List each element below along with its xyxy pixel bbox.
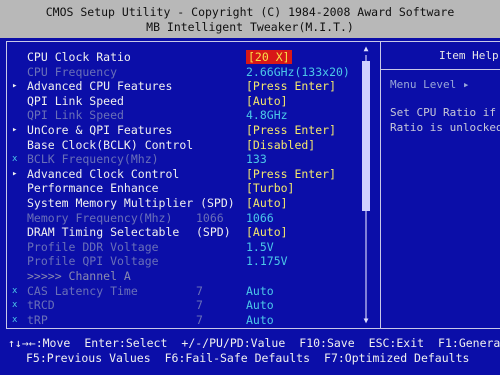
key-legend-line2: F5:Previous Values F6:Fail-Safe Defaults F…	[26, 351, 483, 366]
setting-row: Memory Frequency(Mhz) 1066 1066	[0, 211, 360, 225]
setting-value[interactable]: [Auto]	[246, 94, 288, 108]
app-title: CMOS Setup Utility - Copyright (C) 1984-…	[45, 5, 455, 19]
setting-current-value: (SPD)	[196, 225, 231, 240]
setting-row: x tRP 7 Auto	[0, 313, 360, 327]
key-legend: ↑↓→←:Move Enter:Select +/-/PU/PD:Value F10:…	[0, 333, 500, 375]
title-bar: CMOS Setup Utility - Copyright (C) 1984-…	[0, 0, 500, 38]
item-help-text: Set CPU Ratio if Ratio is unlocked	[390, 105, 500, 135]
item-help-header: Item Help	[381, 41, 500, 70]
setting-label: Advanced CPU Features	[27, 79, 173, 94]
setting-label: CPU Clock Ratio	[27, 50, 131, 64]
item-help-title: Item Help	[439, 49, 499, 62]
setting-label: QPI Link Speed	[27, 93, 124, 108]
key-hint-general: F1:General Help	[438, 336, 500, 350]
setting-row[interactable]: Performance Enhance [Turbo]	[0, 181, 360, 195]
setting-value[interactable]: [Auto]	[246, 196, 288, 210]
key-hint-failsafe: F6:Fail-Safe Defaults	[164, 351, 311, 365]
setting-label: QPI Link Speed	[27, 108, 124, 123]
scroll-down-arrow-icon[interactable]: ▼	[361, 317, 371, 325]
key-hint-enter: Enter:Select	[84, 336, 168, 350]
setting-value: Auto	[246, 312, 274, 327]
setting-value: 2.66GHz(133x20)	[246, 64, 350, 79]
setting-label: Performance Enhance	[27, 181, 159, 196]
setting-label: System Memory Multiplier (SPD)	[27, 196, 235, 210]
setting-label: tRP	[27, 312, 48, 327]
selected-setting-value[interactable]: [20 X]	[246, 50, 292, 64]
disabled-mark-icon: x	[12, 314, 18, 325]
scrollbar[interactable]: ▲ ▼	[358, 41, 374, 329]
setting-label: DRAM Timing Selectable	[27, 225, 180, 240]
setting-row: x BCLK Frequency(Mhz) 133	[0, 152, 360, 166]
setting-label: >>>>> Channel A	[27, 269, 131, 283]
setting-value[interactable]: [Press Enter]	[246, 79, 336, 93]
setting-row[interactable]: ▸ Advanced Clock Control [Press Enter]	[0, 167, 360, 181]
setting-label: Advanced Clock Control	[27, 166, 180, 181]
key-hint-value: +/-/PU/PD:Value	[181, 336, 286, 350]
panel-divider	[380, 41, 381, 329]
setting-value: 133	[246, 152, 267, 167]
setting-value: 4.8GHz	[246, 108, 288, 123]
setting-label: Memory Frequency(Mhz)	[27, 210, 173, 225]
scroll-thumb[interactable]	[362, 61, 370, 211]
setting-value[interactable]: [Disabled]	[246, 138, 315, 152]
setting-label: Profile QPI Voltage	[27, 254, 159, 269]
disabled-mark-icon: x	[12, 285, 18, 296]
setting-value[interactable]: [Press Enter]	[246, 123, 336, 137]
bios-screen: CMOS Setup Utility - Copyright (C) 1984-…	[0, 0, 500, 375]
key-hint-optimized: F7:Optimized Defaults	[324, 351, 470, 365]
key-hint-save: F10:Save	[299, 336, 355, 350]
setting-label: CAS Latency Time	[27, 283, 138, 298]
setting-value[interactable]: [Turbo]	[246, 181, 294, 195]
page-title: MB Intelligent Tweaker(M.I.T.)	[146, 20, 354, 34]
submenu-arrow-icon: ▸	[12, 81, 18, 92]
setting-row: x CAS Latency Time 7 Auto	[0, 284, 360, 298]
setting-row: CPU Frequency 2.66GHz(133x20)	[0, 65, 360, 79]
setting-row: Profile QPI Voltage 1.175V	[0, 254, 360, 268]
setting-row: x tRCD 7 Auto	[0, 298, 360, 312]
setting-value: Auto	[246, 283, 274, 298]
menu-level: Menu Level ▸	[390, 78, 470, 91]
setting-row[interactable]: System Memory Multiplier (SPD) [Auto]	[0, 196, 360, 210]
scroll-up-arrow-icon[interactable]: ▲	[361, 45, 371, 53]
setting-current-value: 7	[196, 283, 203, 298]
setting-label: Base Clock(BCLK) Control	[27, 137, 194, 152]
setting-current-value: 7	[196, 312, 203, 327]
setting-value: Auto	[246, 298, 274, 313]
help-text-line: Ratio is unlocked	[390, 121, 500, 134]
setting-label: CPU Frequency	[27, 64, 118, 79]
setting-current-value: 1066	[196, 210, 224, 225]
setting-label: Profile DDR Voltage	[27, 239, 159, 254]
disabled-mark-icon: x	[12, 300, 18, 311]
help-text-line: Set CPU Ratio if	[390, 106, 496, 119]
setting-value[interactable]: [Auto]	[246, 225, 288, 239]
setting-row: >>>>> Channel A	[0, 269, 360, 283]
setting-row[interactable]: ▸ Advanced CPU Features [Press Enter]	[0, 79, 360, 93]
setting-label: tRCD	[27, 298, 55, 313]
submenu-arrow-icon: ▸	[12, 168, 18, 179]
setting-row[interactable]: DRAM Timing Selectable (SPD) [Auto]	[0, 225, 360, 239]
submenu-arrow-icon: ▸	[12, 125, 18, 135]
setting-label: BCLK Frequency(Mhz)	[27, 152, 159, 167]
setting-row[interactable]: CPU Clock Ratio [20 X]	[0, 50, 360, 64]
setting-row: QPI Link Speed 4.8GHz	[0, 108, 360, 122]
disabled-mark-icon: x	[12, 154, 18, 165]
setting-row[interactable]: Base Clock(BCLK) Control [Disabled]	[0, 138, 360, 152]
key-hint-exit: ESC:Exit	[368, 336, 425, 350]
setting-row[interactable]: ▸ UnCore & QPI Features [Press Enter]	[0, 123, 360, 137]
setting-row: Profile DDR Voltage 1.5V	[0, 240, 360, 254]
setting-label: UnCore & QPI Features	[27, 123, 173, 137]
key-hint-move: ↑↓→←:Move	[8, 336, 71, 350]
setting-current-value: 7	[196, 298, 203, 313]
setting-value[interactable]: [Press Enter]	[246, 167, 336, 181]
key-legend-line1: ↑↓→←:Move Enter:Select +/-/PU/PD:Value F10:…	[8, 336, 500, 351]
setting-value: 1.5V	[246, 239, 274, 254]
key-hint-prev: F5:Previous Values	[26, 351, 151, 365]
setting-row[interactable]: QPI Link Speed [Auto]	[0, 94, 360, 108]
setting-value: 1.175V	[246, 254, 288, 269]
setting-value: 1066	[246, 210, 274, 225]
